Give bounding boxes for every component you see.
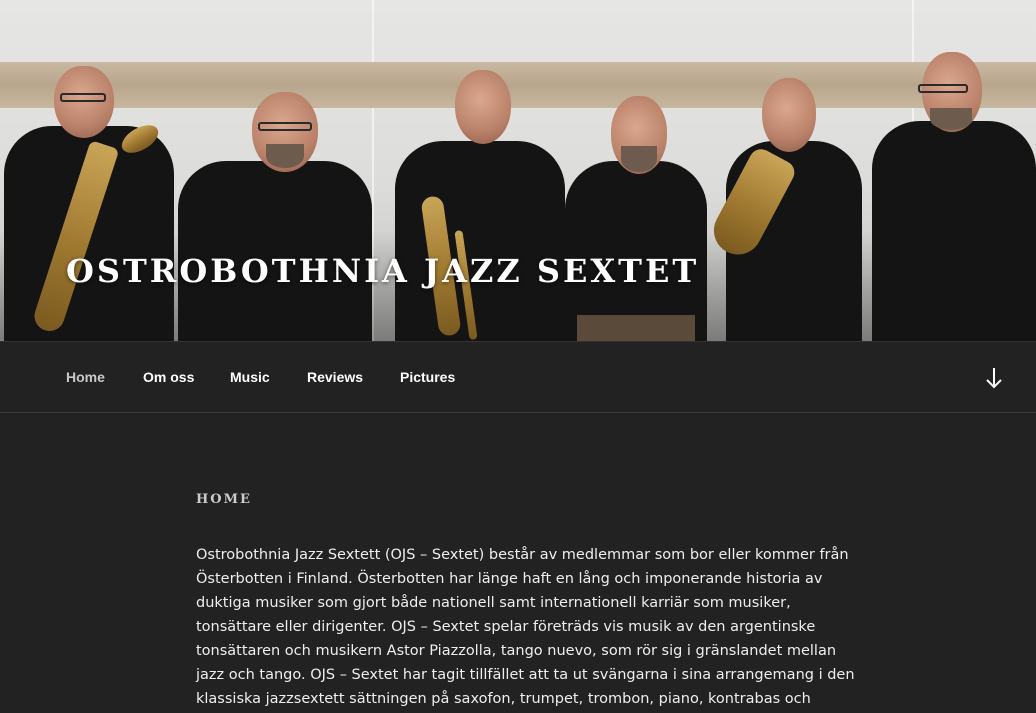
nav-item-reviews[interactable]: Reviews [307, 369, 363, 385]
musician-drums [872, 52, 1036, 341]
musician-bass [565, 96, 710, 341]
arrow-down-icon[interactable] [984, 366, 1004, 390]
musician-trombone [395, 70, 565, 341]
nav-item-music[interactable]: Music [230, 369, 270, 385]
main-navigation: Home Om oss Music Reviews Pictures [0, 341, 1036, 413]
header-image: OSTROBOTHNIA JAZZ SEXTET [0, 0, 1036, 341]
nav-item-om-oss[interactable]: Om oss [143, 369, 194, 385]
musician-piano [178, 92, 378, 341]
nav-item-home[interactable]: Home [66, 369, 105, 385]
page-title: HOME [196, 492, 252, 507]
nav-item-pictures[interactable]: Pictures [400, 369, 455, 385]
page-body-text: Ostrobothnia Jazz Sextett (OJS – Sextet)… [196, 547, 855, 707]
site-title[interactable]: OSTROBOTHNIA JAZZ SEXTET [66, 252, 699, 290]
